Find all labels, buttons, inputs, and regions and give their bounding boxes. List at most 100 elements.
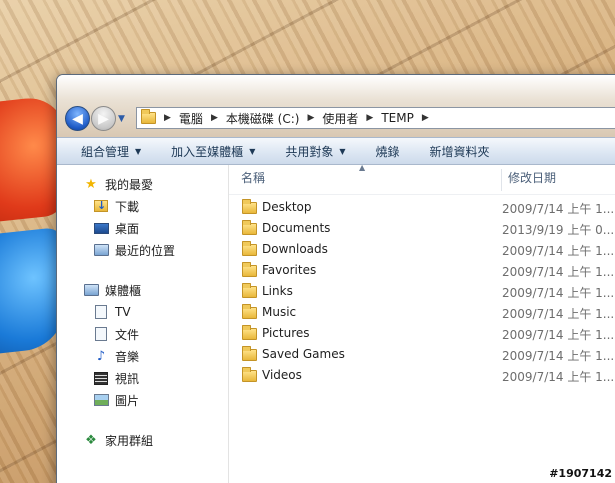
documents-icon-wrap [93, 327, 109, 341]
chevron-right-icon[interactable]: ▶ [211, 113, 218, 123]
breadcrumb-users[interactable]: 使用者 [322, 110, 358, 127]
libraries-icon-wrap [83, 283, 99, 297]
breadcrumb-local-disk[interactable]: 本機磁碟 (C:) [226, 110, 300, 127]
chevron-down-icon: ▼ [249, 146, 256, 156]
table-row[interactable]: Videos 2009/7/14 上午 1... [229, 365, 615, 386]
file-modified-date: 2009/7/14 上午 1... [502, 370, 615, 384]
table-row[interactable]: Music 2009/7/14 上午 1... [229, 302, 615, 323]
documents-label: 文件 [115, 327, 140, 342]
recent-pages-dropdown[interactable]: ▼ [118, 114, 125, 124]
file-name: Downloads [262, 242, 328, 256]
sidebar-item-videos[interactable]: 視訊 [57, 367, 228, 389]
sidebar-item-desktop[interactable]: 桌面 [57, 217, 228, 239]
pictures-icon-wrap [93, 393, 109, 407]
chevron-down-icon: ▼ [339, 146, 346, 156]
include-library-button[interactable]: 加入至媒體櫃 ▼ [171, 143, 255, 160]
library-icon [83, 284, 99, 296]
sidebar-item-libraries[interactable]: 媒體櫃 [57, 279, 228, 301]
file-modified-date: 2009/7/14 上午 1... [502, 349, 615, 363]
file-modified-date: 2009/7/14 上午 1... [502, 286, 615, 300]
recent-icon-wrap [93, 243, 109, 257]
tv-label: TV [115, 305, 131, 319]
new-folder-label: 新增資料夾 [429, 144, 490, 159]
table-row[interactable]: Favorites 2009/7/14 上午 1... [229, 260, 615, 281]
breadcrumb-temp[interactable]: TEMP [381, 111, 414, 125]
chevron-right-icon[interactable]: ▶ [164, 113, 171, 123]
folder-icon [242, 241, 257, 256]
file-modified-date: 2009/7/14 上午 1... [502, 328, 615, 342]
film-icon [94, 371, 108, 385]
folder-icon [141, 109, 156, 124]
file-name: Favorites [262, 263, 317, 277]
table-row[interactable]: Links 2009/7/14 上午 1... [229, 281, 615, 302]
explorer-window: ◀ ▶ ▼ ▶ 電腦 ▶ 本機磁碟 (C:) ▶ 使用者 ▶ TEMP ▶ 組合… [56, 74, 615, 483]
chevron-right-icon[interactable]: ▶ [422, 113, 429, 123]
file-modified-date: 2009/7/14 上午 1... [502, 307, 615, 321]
explorer-body: ★ 我的最愛 下載 桌面 最近的位置 [57, 163, 615, 483]
table-row[interactable]: Pictures 2009/7/14 上午 1... [229, 323, 615, 344]
desktop-icon-wrap [93, 221, 109, 235]
tv-icon-wrap [93, 305, 109, 319]
new-folder-button[interactable]: 新增資料夾 [430, 143, 490, 160]
arrow-right-icon: ▶ [98, 110, 109, 127]
share-with-label: 共用對象 [285, 144, 334, 159]
sidebar-item-music[interactable]: ♪ 音樂 [57, 345, 228, 367]
folder-icon [242, 325, 257, 340]
homegroup-icon: ❖ [85, 432, 97, 448]
title-bar: ◀ ▶ ▼ ▶ 電腦 ▶ 本機磁碟 (C:) ▶ 使用者 ▶ TEMP ▶ [57, 75, 615, 137]
sort-ascending-icon: ▲ [359, 163, 366, 172]
organize-button[interactable]: 組合管理 ▼ [81, 143, 141, 160]
table-row[interactable]: Saved Games 2009/7/14 上午 1... [229, 344, 615, 365]
burn-label: 燒錄 [375, 144, 400, 159]
sidebar-item-pictures[interactable]: 圖片 [57, 389, 228, 411]
sidebar-item-documents[interactable]: 文件 [57, 323, 228, 345]
burn-button[interactable]: 燒錄 [376, 143, 400, 160]
file-name: Pictures [262, 326, 310, 340]
command-bar: 組合管理 ▼ 加入至媒體櫃 ▼ 共用對象 ▼ 燒錄 新增資料夾 [57, 137, 615, 165]
file-modified-date: 2009/7/14 上午 1... [502, 265, 615, 279]
tv-library-icon [95, 305, 107, 319]
libraries-group: 媒體櫃 TV 文件 ♪ 音樂 視訊 圖片 [57, 279, 228, 411]
file-modified-date: 2009/7/14 上午 1... [502, 202, 615, 216]
folder-icon [242, 346, 257, 361]
file-modified-date: 2013/9/19 上午 0... [502, 223, 615, 237]
address-bar[interactable]: ▶ 電腦 ▶ 本機磁碟 (C:) ▶ 使用者 ▶ TEMP ▶ [136, 107, 615, 129]
folder-icon [242, 220, 257, 235]
recent-places-icon [93, 244, 109, 256]
forward-button[interactable]: ▶ [91, 106, 116, 131]
back-button[interactable]: ◀ [65, 106, 90, 131]
recent-places-label: 最近的位置 [115, 243, 176, 258]
column-header-name[interactable]: 名稱 [241, 169, 265, 186]
breadcrumb-computer[interactable]: 電腦 [179, 110, 203, 127]
file-name: Links [262, 284, 293, 298]
favorites-label: 我的最愛 [105, 177, 154, 192]
table-row[interactable]: Downloads 2009/7/14 上午 1... [229, 239, 615, 260]
sidebar-item-recent-places[interactable]: 最近的位置 [57, 239, 228, 261]
organize-label: 組合管理 [81, 144, 130, 159]
table-row[interactable]: Desktop 2009/7/14 上午 1... [229, 197, 615, 218]
pictures-label: 圖片 [115, 393, 140, 408]
file-list: Desktop 2009/7/14 上午 1... Documents 2013/9/… [229, 195, 615, 386]
folder-icon [242, 262, 257, 277]
downloads-folder-icon [93, 199, 109, 213]
file-name: Music [262, 305, 297, 319]
sidebar-item-downloads[interactable]: 下載 [57, 195, 228, 217]
picture-icon [93, 394, 109, 406]
folder-icon [242, 367, 257, 382]
table-row[interactable]: Documents 2013/9/19 上午 0... [229, 218, 615, 239]
sidebar-item-favorites[interactable]: ★ 我的最愛 [57, 173, 228, 195]
videos-label: 視訊 [115, 371, 140, 386]
file-name: Videos [262, 368, 302, 382]
sidebar-item-homegroup[interactable]: ❖ 家用群組 [57, 429, 228, 451]
music-note-icon: ♪ [96, 348, 106, 364]
favorites-group: ★ 我的最愛 下載 桌面 最近的位置 [57, 173, 228, 261]
chevron-right-icon[interactable]: ▶ [307, 113, 314, 123]
share-with-button[interactable]: 共用對象 ▼ [285, 143, 345, 160]
download-icon [94, 199, 108, 212]
column-header-date[interactable]: 修改日期 [501, 169, 556, 191]
chevron-right-icon[interactable]: ▶ [366, 113, 373, 123]
sidebar-item-tv[interactable]: TV [57, 301, 228, 323]
document-icon [95, 327, 107, 341]
libraries-label: 媒體櫃 [105, 283, 142, 298]
homegroup-group: ❖ 家用群組 [57, 429, 228, 451]
